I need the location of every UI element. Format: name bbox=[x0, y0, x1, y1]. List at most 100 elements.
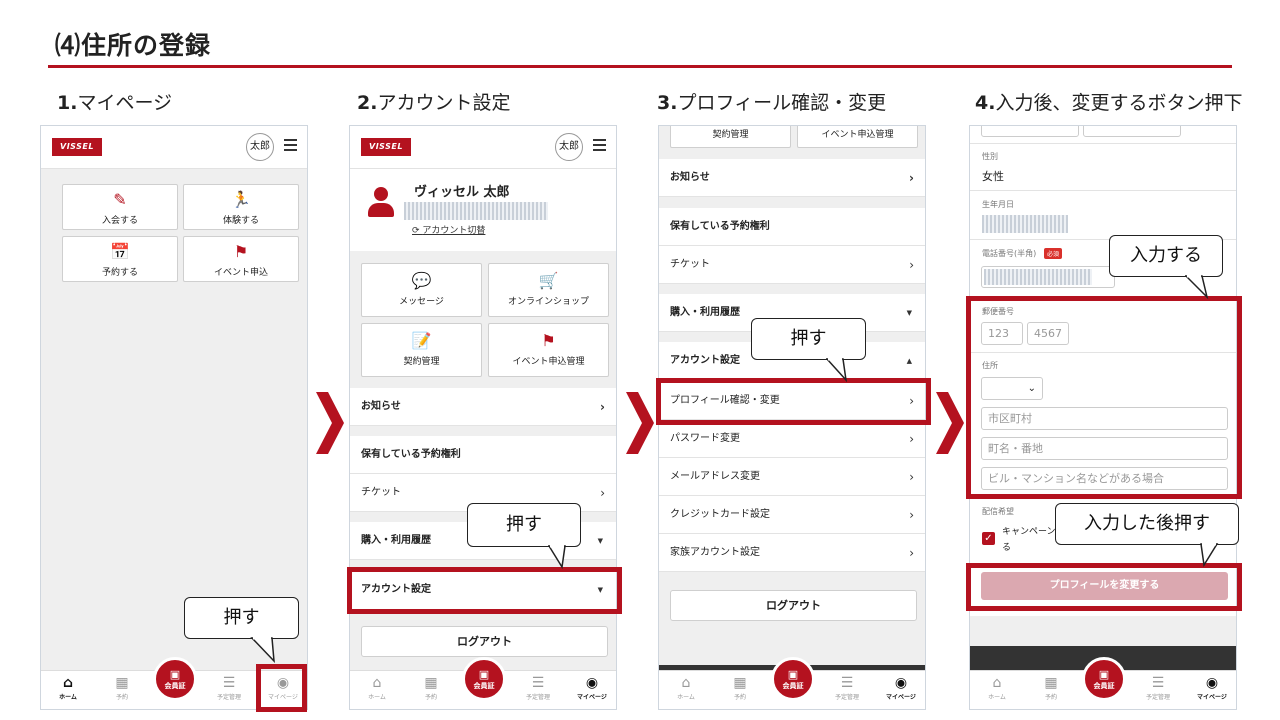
chevron-right-icon: › bbox=[909, 469, 914, 484]
campaign-text-2: る bbox=[1002, 543, 1012, 553]
member-card-button[interactable]: ▣ 会員証 bbox=[153, 657, 197, 701]
hamburger-menu-icon[interactable] bbox=[284, 139, 297, 152]
trial-button[interactable]: 🏃 体験する bbox=[183, 184, 299, 230]
news-row[interactable]: お知らせ › bbox=[659, 159, 925, 197]
online-shop-button[interactable]: 🛒 オンラインショップ bbox=[488, 263, 609, 317]
news-row[interactable]: お知らせ › bbox=[350, 388, 616, 426]
contract-button[interactable]: 契約管理 bbox=[670, 126, 791, 148]
user-circle-icon: ◉ bbox=[1205, 675, 1219, 691]
caret-down-icon: ▼ bbox=[906, 308, 912, 317]
hamburger-menu-icon[interactable] bbox=[593, 139, 606, 152]
tab-home[interactable]: ⌂ ホーム bbox=[661, 674, 711, 701]
runner-icon: 🏃 bbox=[231, 190, 251, 209]
page-title: ⑷住所の登録 bbox=[55, 31, 212, 60]
masked-birthdate bbox=[982, 215, 1068, 233]
tab-mypage[interactable]: ◉ マイページ bbox=[1187, 674, 1236, 701]
user-avatar-button[interactable]: 太郎 bbox=[555, 133, 583, 161]
caret-down-icon: ▼ bbox=[597, 536, 603, 545]
tab-reserve[interactable]: ▦ 予約 bbox=[1026, 674, 1076, 701]
highlight-account-settings bbox=[347, 567, 622, 614]
bottom-tabbar: ⌂ ホーム ▦ 予約 ▣ 会員証 ☰ 予定管理 ◉ マイページ bbox=[970, 657, 1236, 709]
pencil-icon: ✎ bbox=[113, 190, 127, 209]
family-account-row[interactable]: 家族アカウント設定 › bbox=[659, 534, 925, 572]
member-card-button[interactable]: ▣ 会員証 bbox=[1082, 657, 1126, 701]
bottom-tabbar: ⌂ ホーム ▦ 予約 ▣ 会員証 ☰ 予定管理 ◉ マイページ bbox=[350, 657, 616, 709]
app-header: VISSEL 太郎 bbox=[350, 126, 616, 169]
credit-card-row[interactable]: クレジットカード設定 › bbox=[659, 496, 925, 534]
user-circle-icon: ◉ bbox=[585, 675, 599, 691]
birthdate-label: 生年月日 bbox=[982, 200, 1014, 209]
chevron-right-icon: › bbox=[909, 170, 914, 185]
tab-schedule[interactable]: ☰ 予定管理 bbox=[822, 674, 872, 701]
campaign-text: キャンペーン bbox=[1002, 527, 1056, 537]
tab-schedule[interactable]: ☰ 予定管理 bbox=[1133, 674, 1183, 701]
vissel-logo: VISSEL bbox=[52, 138, 102, 156]
chat-icon: 💬 bbox=[411, 271, 432, 290]
event-apply-button[interactable]: ⚑ イベント申込 bbox=[183, 236, 299, 282]
callout-tail-2 bbox=[548, 545, 566, 569]
email-row[interactable]: メールアドレス変更 › bbox=[659, 458, 925, 496]
home-icon: ⌂ bbox=[992, 675, 1002, 691]
tab-home[interactable]: ⌂ ホーム bbox=[352, 674, 402, 701]
member-card-button[interactable]: ▣ 会員証 bbox=[771, 657, 815, 701]
event-manage-button[interactable]: ⚑ イベント申込管理 bbox=[488, 323, 609, 377]
callout-input: 入力する bbox=[1109, 235, 1223, 277]
calendar-check-icon: 📅 bbox=[110, 242, 130, 261]
tab-reserve[interactable]: ▦ 予約 bbox=[97, 674, 147, 701]
join-button[interactable]: ✎ 入会する bbox=[62, 184, 178, 230]
callout-tail-input bbox=[1185, 275, 1209, 299]
home-icon: ⌂ bbox=[681, 675, 691, 691]
password-row[interactable]: パスワード変更 › bbox=[659, 420, 925, 458]
caret-up-icon: ▲ bbox=[906, 356, 912, 365]
gender-label: 性別 bbox=[982, 152, 998, 161]
last-name-kana-field[interactable] bbox=[981, 126, 1079, 137]
tab-reserve[interactable]: ▦ 予約 bbox=[715, 674, 765, 701]
logout-button[interactable]: ログアウト bbox=[361, 626, 608, 657]
callout-tail-1 bbox=[250, 637, 275, 663]
first-name-kana-field[interactable] bbox=[1083, 126, 1181, 137]
calendar-icon: ▦ bbox=[1044, 675, 1058, 691]
tab-reserve[interactable]: ▦ 予約 bbox=[406, 674, 456, 701]
callout-press-after-input: 入力した後押す bbox=[1055, 503, 1239, 545]
next-arrow-1 bbox=[316, 392, 344, 454]
campaign-checkbox[interactable]: ✓ bbox=[982, 532, 995, 545]
callout-press-3: 押す bbox=[751, 318, 866, 360]
tab-schedule[interactable]: ☰ 予定管理 bbox=[204, 674, 254, 701]
phone-label: 電話番号(半角) bbox=[982, 249, 1037, 258]
phone-field[interactable] bbox=[981, 266, 1115, 288]
document-edit-icon: 📝 bbox=[411, 331, 432, 350]
app-header: VISSEL 太郎 bbox=[41, 126, 307, 169]
member-card-button[interactable]: ▣ 会員証 bbox=[462, 657, 506, 701]
tab-home[interactable]: ⌂ ホーム bbox=[43, 674, 93, 701]
event-manage-button[interactable]: イベント申込管理 bbox=[797, 126, 918, 148]
qr-icon: ▣ bbox=[1098, 668, 1110, 681]
highlight-address-fields bbox=[966, 296, 1242, 499]
tab-mypage[interactable]: ◉ マイページ bbox=[876, 674, 925, 701]
message-button[interactable]: 💬 メッセージ bbox=[361, 263, 482, 317]
chevron-right-icon: › bbox=[909, 257, 914, 272]
logout-button[interactable]: ログアウト bbox=[670, 590, 917, 621]
step-4-title: 4.入力後、変更するボタン押下 bbox=[975, 92, 1243, 114]
list-icon: ☰ bbox=[531, 675, 545, 691]
masked-user-id bbox=[404, 202, 548, 220]
tab-schedule[interactable]: ☰ 予定管理 bbox=[513, 674, 563, 701]
user-avatar-button[interactable]: 太郎 bbox=[246, 133, 274, 161]
contract-button[interactable]: 📝 契約管理 bbox=[361, 323, 482, 377]
ticket-row[interactable]: チケット › bbox=[659, 246, 925, 284]
flag-icon: ⚑ bbox=[233, 242, 249, 261]
tab-home[interactable]: ⌂ ホーム bbox=[972, 674, 1022, 701]
delivery-label: 配信希望 bbox=[982, 507, 1014, 516]
highlight-mypage-tab bbox=[256, 664, 307, 712]
highlight-profile-row bbox=[656, 378, 931, 425]
step-3-title: 3.プロフィール確認・変更 bbox=[657, 92, 887, 114]
chevron-right-icon: › bbox=[909, 431, 914, 446]
calendar-icon: ▦ bbox=[733, 675, 747, 691]
tab-mypage[interactable]: ◉ マイページ bbox=[567, 674, 616, 701]
required-badge: 必須 bbox=[1044, 248, 1063, 259]
callout-tail-3 bbox=[826, 358, 848, 382]
reserve-button[interactable]: 📅 予約する bbox=[62, 236, 178, 282]
callout-press-2: 押す bbox=[467, 503, 581, 547]
switch-account-link[interactable]: ⟳ アカウント切替 bbox=[412, 223, 485, 236]
bottom-tabbar: ⌂ ホーム ▦ 予約 ▣ 会員証 ☰ 予定管理 ◉ マイページ bbox=[659, 657, 925, 709]
next-arrow-3 bbox=[936, 392, 964, 454]
